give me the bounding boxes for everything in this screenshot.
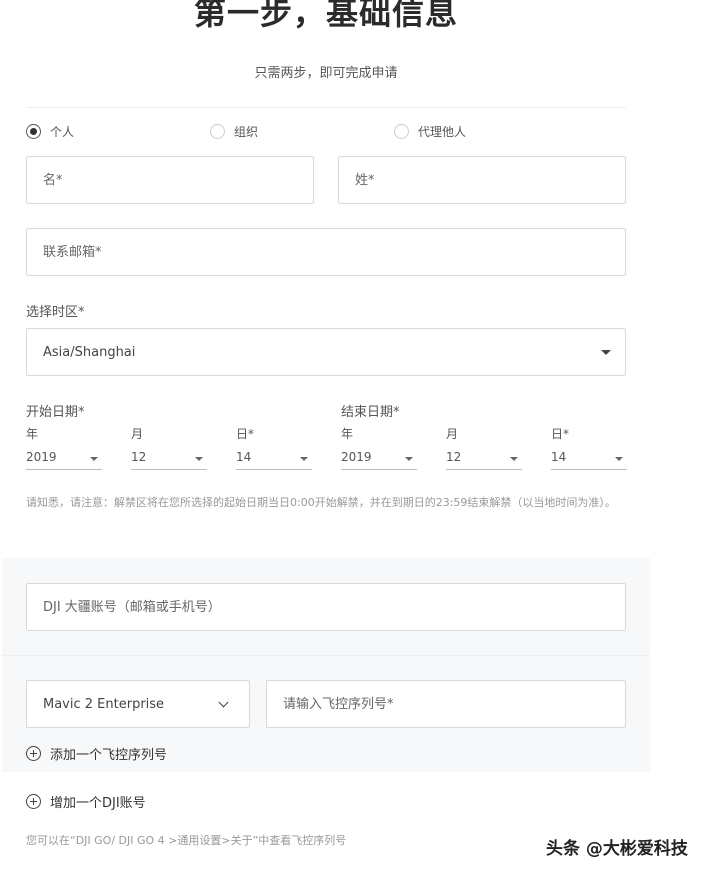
caret-down-icon [601,350,611,355]
caret-down-icon [615,457,623,461]
timezone-label: 选择时区* [26,305,85,320]
serial-field-wrapper [266,680,626,728]
first-name-field-wrapper [26,156,314,204]
radio-organization-label: 组织 [234,125,259,139]
radio-on-behalf-label: 代理他人 [418,125,467,139]
panel-divider [2,655,650,656]
end-month-value: 12 [446,450,462,464]
add-dji-account-label: 增加一个DJI账号 [50,796,146,811]
end-month-column: 月 12 [446,425,522,470]
last-name-input[interactable] [355,157,625,203]
chevron-down-icon [218,697,229,708]
start-day-value: 14 [236,450,252,464]
plus-circle-icon [26,794,41,809]
end-day-select[interactable]: 14 [551,448,627,470]
header-divider [26,107,626,108]
end-year-column: 年 2019 [341,425,417,470]
radio-on-behalf[interactable]: 代理他人 [394,123,466,140]
applicant-type-group: 个人 组织 代理他人 [26,123,626,141]
page-subtitle: 只需两步，即可完成申请 [254,66,398,81]
start-year-label: 年 [26,427,39,441]
end-year-value: 2019 [341,450,372,464]
flight-controller-serial-input[interactable] [283,681,625,727]
last-name-field-wrapper [338,156,626,204]
radio-checked-icon [26,124,41,139]
start-month-label: 月 [131,427,144,441]
caret-down-icon [90,457,98,461]
start-year-select[interactable]: 2019 [26,448,102,470]
caret-down-icon [195,457,203,461]
add-serial-button[interactable]: 添加一个飞控序列号 [26,744,167,763]
radio-organization[interactable]: 组织 [210,123,258,140]
radio-individual[interactable]: 个人 [26,123,74,140]
start-day-select[interactable]: 14 [236,448,312,470]
caret-down-icon [405,457,413,461]
aircraft-model-select[interactable]: Mavic 2 Enterprise [26,680,250,728]
watermark: 头条 @大彬爱科技 [546,839,688,859]
start-month-value: 12 [131,450,147,464]
end-day-value: 14 [551,450,567,464]
first-name-input[interactable] [43,157,313,203]
end-date-label: 结束日期* [341,405,400,420]
start-day-column: 日* 14 [236,425,312,470]
unlock-notice: 请知悉，请注意：解禁区将在您所选择的起始日期当日0:00开始解禁，并在到期日的2… [26,496,616,509]
end-month-label: 月 [446,427,459,441]
start-month-select[interactable]: 12 [131,448,207,470]
start-year-column: 年 2019 [26,425,102,470]
email-field-wrapper [26,228,626,276]
end-day-column: 日* 14 [551,425,627,470]
caret-down-icon [300,457,308,461]
add-serial-label: 添加一个飞控序列号 [50,748,168,763]
email-input[interactable] [43,229,625,275]
start-date-label: 开始日期* [26,405,85,420]
end-month-select[interactable]: 12 [446,448,522,470]
serial-hint: 您可以在“DJI GO/ DJI GO 4 >通用设置>关于”中查看飞控序列号 [26,834,347,847]
start-month-column: 月 12 [131,425,207,470]
page-title: 第一步，基础信息 [193,0,458,32]
aircraft-model-value: Mavic 2 Enterprise [43,696,165,712]
dji-account-input[interactable] [43,584,625,630]
radio-unchecked-icon [210,124,225,139]
dji-account-field-wrapper [26,583,626,631]
timezone-select[interactable]: Asia/Shanghai [26,328,626,376]
radio-individual-label: 个人 [50,125,75,139]
end-year-select[interactable]: 2019 [341,448,417,470]
timezone-value: Asia/Shanghai [43,344,136,360]
end-year-label: 年 [341,427,354,441]
radio-unchecked-icon [394,124,409,139]
plus-circle-icon [26,746,41,761]
start-day-label: 日* [236,427,255,441]
start-year-value: 2019 [26,450,57,464]
caret-down-icon [510,457,518,461]
add-dji-account-button[interactable]: 增加一个DJI账号 [26,792,146,811]
end-day-label: 日* [551,427,570,441]
